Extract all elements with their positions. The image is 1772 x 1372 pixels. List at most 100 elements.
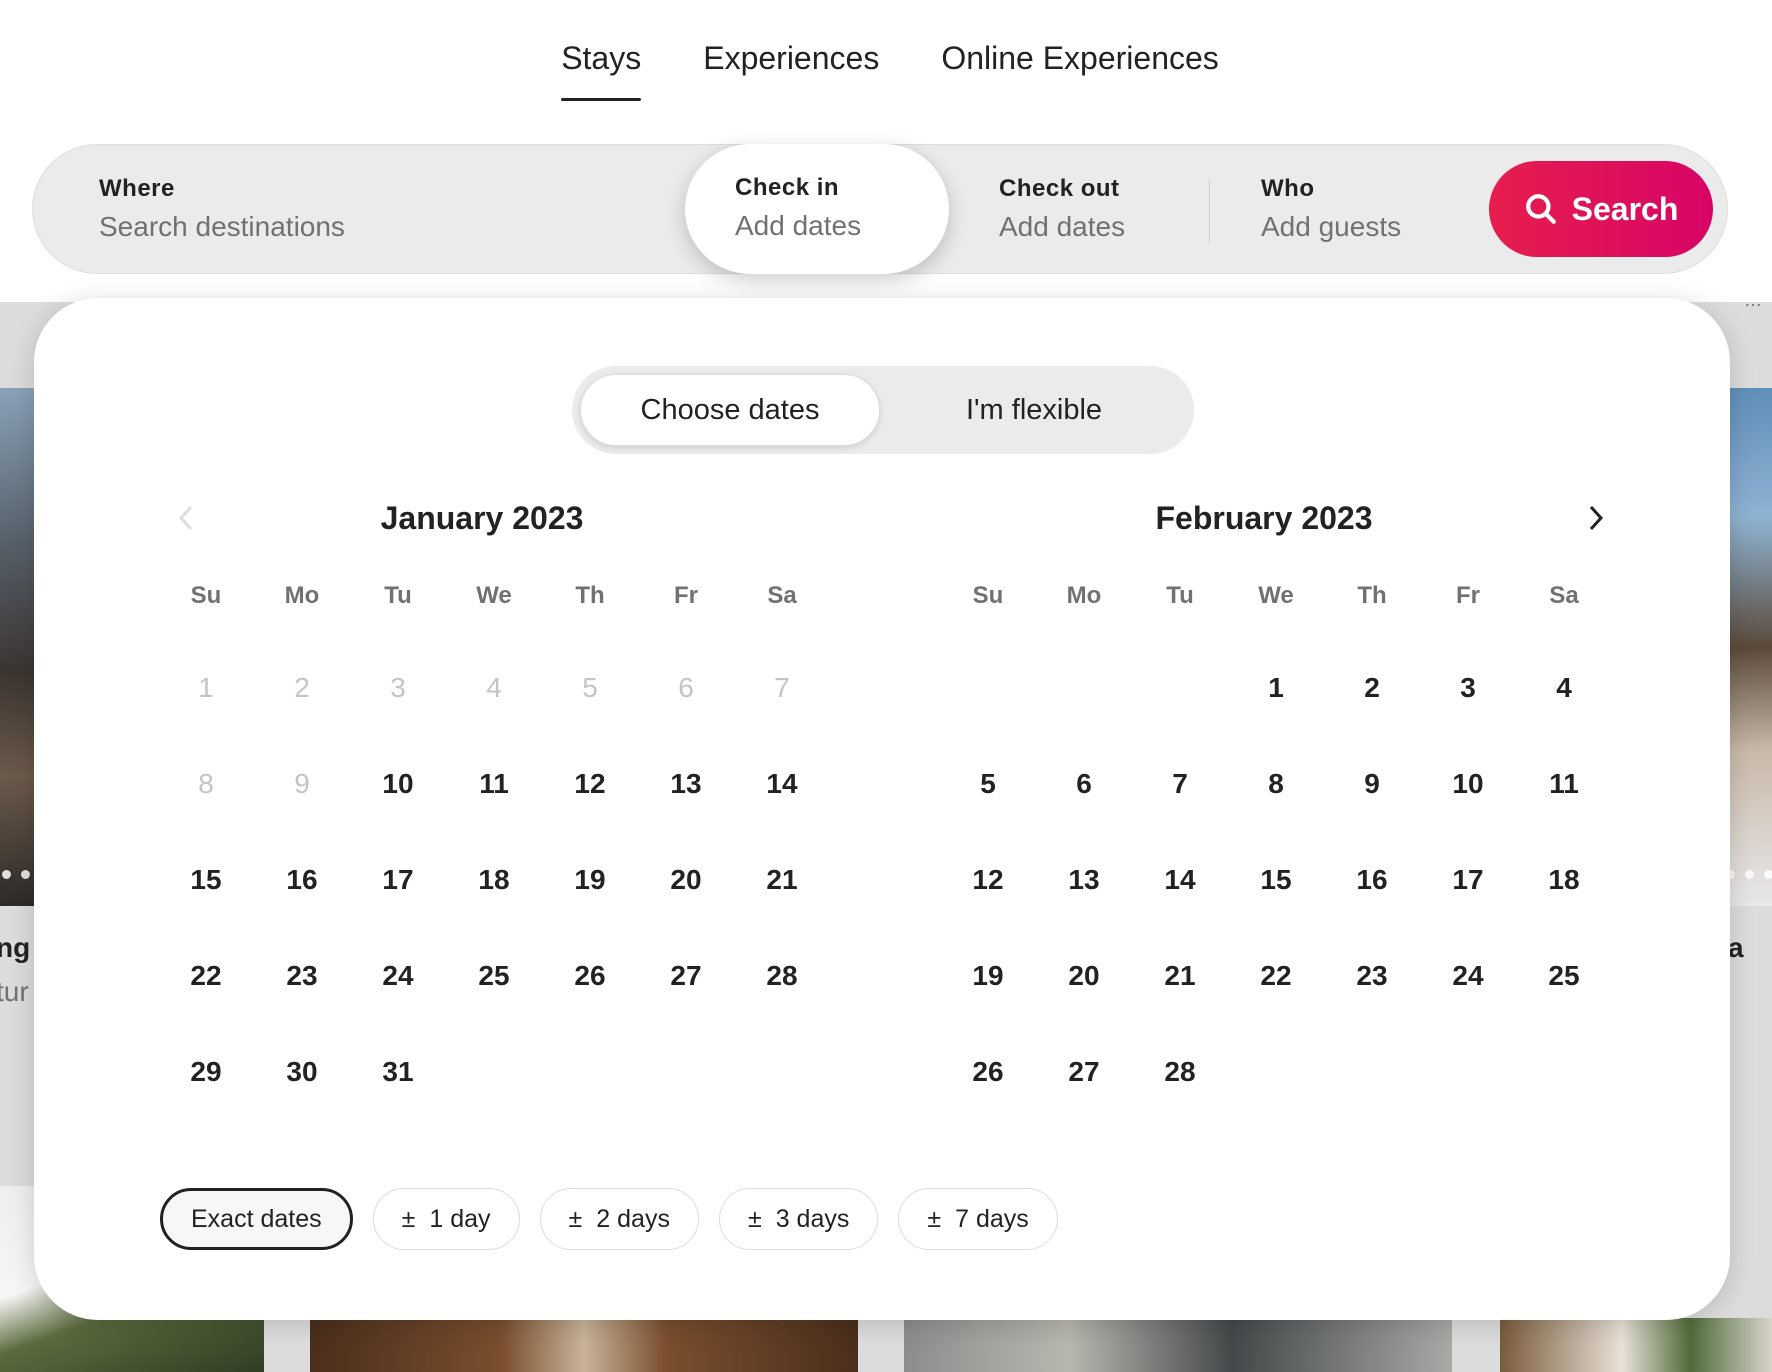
date-mode-toggle: Choose dates I'm flexible [572, 366, 1194, 454]
day-cell[interactable]: 13 [1036, 832, 1132, 928]
listing-photo[interactable] [1500, 1318, 1772, 1372]
chip-exact-dates[interactable]: Exact dates [160, 1188, 353, 1250]
chip-label: 7 days [955, 1204, 1029, 1233]
day-cell[interactable]: 1 [1228, 640, 1324, 736]
choose-dates-option[interactable]: Choose dates [580, 374, 880, 446]
chip-plus-minus-3-days[interactable]: ± 3 days [718, 1188, 879, 1250]
plus-minus-icon: ± [927, 1204, 942, 1233]
day-cell[interactable]: 2 [1324, 640, 1420, 736]
search-icon [1525, 194, 1556, 224]
day-cell[interactable]: 31 [350, 1024, 446, 1120]
day-cell[interactable]: 12 [542, 736, 638, 832]
chip-label: 2 days [596, 1204, 670, 1233]
day-cell[interactable]: 17 [350, 832, 446, 928]
day-cell[interactable]: 10 [350, 736, 446, 832]
day-cell-disabled: 9 [294, 768, 310, 799]
day-cell[interactable]: 19 [542, 832, 638, 928]
day-cell[interactable]: 15 [158, 832, 254, 928]
day-cell[interactable]: 13 [638, 736, 734, 832]
day-cell[interactable]: 16 [1324, 832, 1420, 928]
weekday-label: Th [575, 582, 605, 609]
day-cell[interactable]: 4 [1516, 640, 1612, 736]
search-button[interactable]: Search [1489, 161, 1713, 257]
where-field[interactable]: Where Search destinations [33, 145, 683, 273]
chip-plus-minus-1-day[interactable]: ± 1 day [372, 1188, 520, 1250]
day-cell[interactable]: 6 [1036, 736, 1132, 832]
day-cell[interactable]: 21 [734, 832, 830, 928]
check-out-field[interactable]: Check out Add dates [951, 145, 1241, 273]
who-label: Who [1261, 175, 1315, 202]
day-cell-disabled: 6 [678, 672, 694, 703]
day-cell[interactable]: 17 [1420, 832, 1516, 928]
day-cell[interactable]: 15 [1228, 832, 1324, 928]
day-cell[interactable]: 16 [254, 832, 350, 928]
day-cell[interactable]: 18 [446, 832, 542, 928]
listing-photo[interactable] [904, 1318, 1452, 1372]
plus-minus-icon: ± [401, 1204, 416, 1233]
day-cell[interactable]: 23 [254, 928, 350, 1024]
day-cell[interactable]: 27 [638, 928, 734, 1024]
weekday-label: Sa [767, 582, 797, 609]
flexible-option[interactable]: I'm flexible [884, 374, 1184, 446]
day-cell[interactable]: 23 [1324, 928, 1420, 1024]
tab-online-experiences[interactable]: Online Experiences [941, 40, 1218, 101]
search-type-tabs: Stays Experiences Online Experiences [0, 40, 1772, 101]
day-cell[interactable]: 19 [940, 928, 1036, 1024]
tab-stays[interactable]: Stays [561, 40, 642, 101]
day-cell[interactable]: 24 [350, 928, 446, 1024]
day-cell[interactable]: 26 [542, 928, 638, 1024]
listing-photo[interactable] [1728, 388, 1772, 906]
day-cell[interactable]: 9 [1324, 736, 1420, 832]
weekday-label: Mo [284, 582, 320, 609]
day-cell[interactable]: 14 [1132, 832, 1228, 928]
day-cell[interactable]: 20 [1036, 928, 1132, 1024]
day-cell[interactable]: 10 [1420, 736, 1516, 832]
who-field[interactable]: Who Add guests [1213, 145, 1523, 273]
day-cell[interactable]: 12 [940, 832, 1036, 928]
listing-photo[interactable] [310, 1318, 858, 1372]
day-cell[interactable]: 28 [734, 928, 830, 1024]
day-cell[interactable]: 27 [1036, 1024, 1132, 1120]
check-in-field[interactable]: Check in Add dates [685, 144, 949, 274]
day-cell[interactable]: 14 [734, 736, 830, 832]
weekday-label: Fr [1456, 582, 1480, 609]
day-cell[interactable]: 20 [638, 832, 734, 928]
day-cell[interactable]: 22 [1228, 928, 1324, 1024]
day-blank [1132, 640, 1228, 736]
day-cell[interactable]: 29 [158, 1024, 254, 1120]
chip-plus-minus-7-days[interactable]: ± 7 days [898, 1188, 1058, 1250]
day-cell-disabled: 3 [390, 672, 406, 703]
plus-minus-icon: ± [747, 1204, 762, 1233]
day-cell[interactable]: 11 [1516, 736, 1612, 832]
listing-subtitle: tur [0, 976, 29, 1007]
where-label: Where [99, 175, 175, 202]
day-cell[interactable]: 3 [1420, 640, 1516, 736]
day-cell[interactable]: 5 [940, 736, 1036, 832]
day-cell[interactable]: 25 [446, 928, 542, 1024]
weekday-label: Th [1357, 582, 1387, 609]
day-cell[interactable]: 25 [1516, 928, 1612, 1024]
day-cell[interactable]: 18 [1516, 832, 1612, 928]
chip-plus-minus-2-days[interactable]: ± 2 days [539, 1188, 699, 1250]
where-input[interactable]: Search destinations [99, 211, 683, 243]
month-february: February 2023 Su Mo Tu We Th Fr Sa 12345… [940, 494, 1614, 1120]
day-cell[interactable]: 21 [1132, 928, 1228, 1024]
day-cell[interactable]: 7 [1132, 736, 1228, 832]
day-cell[interactable]: 28 [1132, 1024, 1228, 1120]
listing-photo[interactable] [0, 388, 34, 906]
day-cell[interactable]: 30 [254, 1024, 350, 1120]
check-out-label: Check out [999, 175, 1120, 202]
field-divider [1209, 179, 1210, 243]
weekday-label: Tu [1166, 582, 1194, 609]
tab-experiences[interactable]: Experiences [703, 40, 879, 101]
day-cell[interactable]: 11 [446, 736, 542, 832]
day-cell[interactable]: 24 [1420, 928, 1516, 1024]
date-flexibility-chips: Exact dates ± 1 day ± 2 days ± 3 days ± … [160, 1188, 1058, 1250]
weekday-label: Fr [674, 582, 698, 609]
search-bar: Where Search destinations Check in Add d… [32, 144, 1728, 274]
day-cell[interactable]: 26 [940, 1024, 1036, 1120]
day-cell[interactable]: 22 [158, 928, 254, 1024]
day-cell[interactable]: 8 [1228, 736, 1324, 832]
month-january: January 2023 Su Mo Tu We Th Fr Sa 123456… [158, 494, 832, 1120]
day-cell-disabled: 1 [198, 672, 214, 703]
